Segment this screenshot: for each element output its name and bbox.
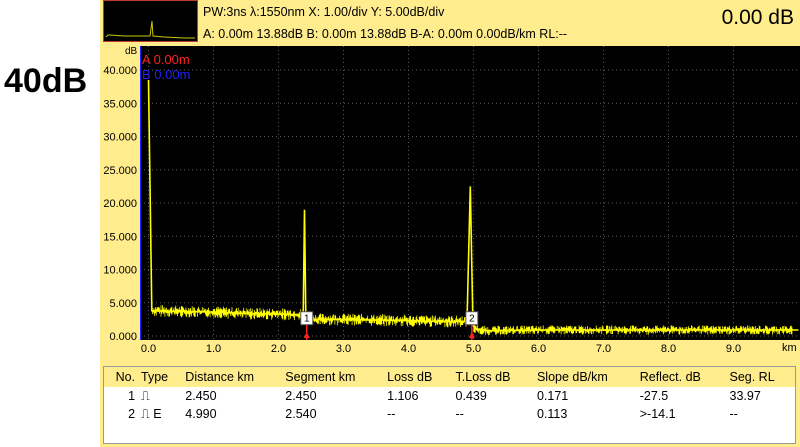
event-cell: 2.540	[285, 407, 317, 421]
event-cell: 0.171	[536, 389, 569, 403]
y-tick-label: 30.000	[103, 132, 137, 144]
x-tick-labels: 0.0 1.0 2.0 3.0 4.0 5.0 6.0 7.0 8.0 9.0	[141, 343, 741, 355]
x-tick-label: 8.0	[661, 343, 676, 355]
column-header[interactable]: No.	[104, 367, 139, 387]
empty-row	[104, 423, 795, 441]
column-header[interactable]: Seg. RL	[726, 367, 795, 387]
column-header[interactable]: Segment km	[282, 367, 385, 387]
event-cell: --	[455, 407, 464, 421]
x-tick-label: 7.0	[596, 343, 611, 355]
x-tick-label: 6.0	[531, 343, 546, 355]
x-tick-label: 4.0	[401, 343, 416, 355]
x-tick-label: 0.0	[141, 343, 156, 355]
column-header[interactable]: Slope dB/km	[533, 367, 637, 387]
event-cell: 0.439	[455, 389, 487, 403]
event-cell: >-14.1	[639, 407, 676, 421]
y-tick-label: 20.000	[103, 198, 137, 210]
event-cell: 2	[128, 407, 136, 421]
event-cell: 4.990	[185, 407, 217, 421]
event-cell: 0.113	[536, 407, 568, 421]
x-tick-label: 1.0	[206, 343, 221, 355]
event-cell: 33.97	[729, 389, 761, 403]
otdr-trace-chart[interactable]: dB km 0.000 5.000 10.000 15.000 20.000 25.000…	[100, 42, 800, 364]
x-tick-label: 9.0	[726, 343, 741, 355]
x-unit-label: km	[782, 342, 797, 354]
column-header[interactable]: Reflect. dB	[636, 367, 727, 387]
event-cell: 1.106	[387, 389, 419, 403]
y-tick-label: 25.000	[103, 165, 137, 177]
event-marker-label: 1	[304, 314, 310, 325]
y-tick-label: 35.000	[103, 98, 137, 110]
overview-trace	[105, 20, 195, 39]
empty-cell	[104, 423, 795, 441]
y-tick-label: 10.000	[103, 265, 137, 277]
loss-readout: 0.00 dB	[721, 6, 794, 29]
cursor-readings: A: 0.00m 13.88dB B: 0.00m 13.88dB B-A: 0…	[203, 27, 568, 41]
event-row[interactable]: 1 ⎍ 2.450 2.450 1.106 0.439 0.171 -27.5 33.97	[104, 387, 795, 405]
event-cell: ⎍ E	[141, 406, 162, 421]
acquisition-params: PW:3ns λ:1550nm X: 1.00/div Y: 5.00dB/di…	[203, 5, 445, 19]
event-cell: 1	[128, 389, 136, 403]
y-tick-label: 0.000	[109, 331, 137, 343]
y-tick-label: 40.000	[103, 65, 137, 77]
event-cell: --	[729, 407, 738, 421]
x-tick-label: 5.0	[466, 343, 481, 355]
cursor-b-label: B 0.00m	[142, 67, 190, 82]
column-header[interactable]: Distance km	[182, 367, 283, 387]
event-cell: --	[387, 407, 396, 421]
event-table[interactable]: No. Type Distance km Segment km Loss dB T.Los…	[103, 366, 796, 444]
y-tick-label: 5.000	[109, 298, 137, 310]
trace-overview-thumbnail[interactable]	[103, 0, 198, 42]
cursor-a-label: A 0.00m	[142, 52, 190, 67]
column-header[interactable]: Loss dB	[384, 367, 453, 387]
y-tick-label: 15.000	[103, 231, 137, 243]
column-header[interactable]: T.Loss dB	[452, 367, 534, 387]
event-row[interactable]: 2 ⎍ E 4.990 2.540 -- -- 0.113 >-14.1 --	[104, 405, 795, 423]
y-tick-labels: 0.000 5.000 10.000 15.000 20.000 25.000 30.000…	[103, 65, 137, 343]
event-table-header: No. Type Distance km Segment km Loss dB T.Los…	[104, 367, 795, 387]
event-cell: 2.450	[285, 389, 317, 403]
range-label: 40dB	[4, 62, 88, 100]
event-cell: -27.5	[639, 389, 669, 403]
event-marker-label: 2	[469, 314, 475, 325]
x-tick-label: 3.0	[336, 343, 351, 355]
y-unit-label: dB	[125, 46, 138, 57]
column-header[interactable]: Type	[138, 367, 183, 387]
x-tick-label: 2.0	[271, 343, 286, 355]
event-cell: ⎍	[141, 388, 150, 403]
event-cell: 2.450	[185, 389, 217, 403]
